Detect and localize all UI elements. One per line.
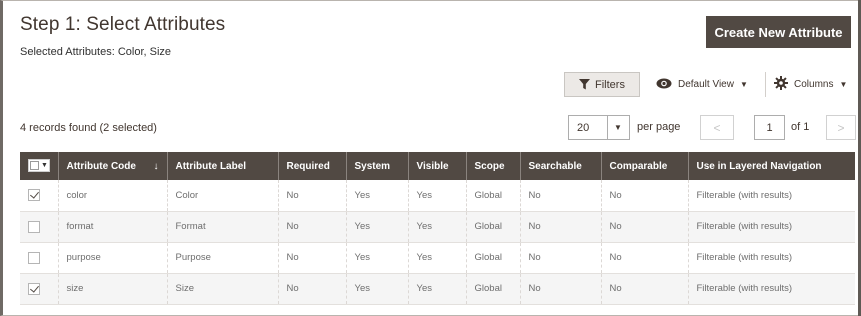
- cell-required: No: [278, 273, 347, 304]
- mass-action-header[interactable]: ▼: [20, 152, 59, 180]
- cell-comparable: No: [601, 242, 689, 273]
- columns-label: Columns: [794, 79, 834, 90]
- table-header-row: ▼ Attribute Code ↓ Attribute Label Requi…: [20, 152, 855, 180]
- cell-layered-navigation: Filterable (with results): [696, 221, 793, 232]
- cell-system: Yes: [346, 211, 409, 242]
- cell-scope: Global: [466, 180, 521, 211]
- row-checkbox[interactable]: [28, 282, 40, 295]
- chevron-down-icon: ▼: [614, 123, 622, 132]
- row-checkbox[interactable]: [28, 189, 40, 202]
- funnel-icon: [579, 79, 591, 90]
- records-count: 4 records found (2 selected): [20, 122, 157, 134]
- column-header-required[interactable]: Required: [278, 152, 347, 180]
- cell-attribute-code: size: [58, 273, 168, 304]
- default-view-dropdown[interactable]: Default View ▼: [656, 72, 748, 97]
- cell-scope: Global: [466, 242, 521, 273]
- cell-attribute-code: format: [58, 211, 168, 242]
- create-new-attribute-button[interactable]: Create New Attribute: [706, 16, 851, 48]
- cell-scope: Global: [466, 211, 521, 242]
- column-header-visible[interactable]: Visible: [408, 152, 467, 180]
- cell-layered-navigation: Filterable (with results): [696, 189, 793, 201]
- cell-layered-navigation: Filterable (with results): [696, 252, 793, 263]
- row-checkbox[interactable]: [28, 251, 40, 264]
- cell-visible: Yes: [408, 211, 467, 242]
- table-row[interactable]: size Size No Yes Yes Global No No Filterable (wi…: [20, 273, 855, 304]
- cell-attribute-label: Format: [167, 211, 279, 242]
- selected-attributes-summary: Selected Attributes: Color, Size: [20, 46, 172, 58]
- cell-system: Yes: [346, 273, 409, 304]
- sort-arrow-icon: ↓: [153, 160, 159, 172]
- cell-visible: Yes: [408, 180, 467, 211]
- cell-comparable: No: [601, 273, 689, 304]
- default-view-label: Default View: [678, 79, 734, 90]
- row-checkbox[interactable]: [28, 220, 40, 233]
- cell-system: Yes: [346, 180, 409, 211]
- row-select-cell: [20, 180, 59, 211]
- cell-comparable: No: [601, 180, 689, 211]
- checkbox-icon: [30, 161, 39, 170]
- column-header-system[interactable]: System: [346, 152, 409, 180]
- page-title: Step 1: Select Attributes: [20, 14, 226, 35]
- table-row[interactable]: format Format No Yes Yes Global No No Filterable…: [20, 211, 855, 242]
- column-header-attribute-code[interactable]: Attribute Code ↓: [58, 152, 168, 180]
- chevron-down-icon: ▼: [839, 80, 848, 89]
- table-row[interactable]: purpose Purpose No Yes Yes Global No No Filterab…: [20, 242, 855, 273]
- cell-attribute-label: Purpose: [167, 242, 279, 273]
- current-page-input[interactable]: 1: [754, 115, 785, 140]
- per-page-select[interactable]: 20: [568, 115, 608, 140]
- columns-dropdown[interactable]: Columns ▼: [774, 72, 847, 97]
- filters-button[interactable]: Filters: [564, 72, 640, 97]
- cell-required: No: [278, 242, 347, 273]
- cell-attribute-code: purpose: [58, 242, 168, 273]
- chevron-left-icon: <: [713, 120, 721, 135]
- total-pages-label: of 1: [791, 121, 810, 133]
- next-page-button[interactable]: >: [826, 115, 856, 140]
- table-row[interactable]: color Color No Yes Yes Global No No Filterable (…: [20, 180, 855, 211]
- eye-icon: [656, 78, 672, 92]
- cell-attribute-code: color: [58, 180, 168, 211]
- row-select-cell: [20, 211, 59, 242]
- cell-comparable: No: [601, 211, 689, 242]
- per-page-label: per page: [637, 121, 681, 133]
- attributes-grid: ▼ Attribute Code ↓ Attribute Label Requi…: [20, 152, 855, 305]
- chevron-down-icon: ▼: [739, 80, 748, 89]
- chevron-right-icon: >: [837, 120, 845, 135]
- filters-label: Filters: [595, 78, 625, 91]
- per-page-toggle-button[interactable]: ▼: [607, 115, 630, 140]
- chevron-down-icon: ▼: [41, 162, 48, 169]
- row-select-cell: [20, 242, 59, 273]
- cell-layered-navigation: Filterable (with results): [696, 283, 793, 294]
- mass-select-control[interactable]: ▼: [28, 159, 50, 172]
- column-header-searchable[interactable]: Searchable: [520, 152, 602, 180]
- cell-scope: Global: [466, 273, 521, 304]
- cell-searchable: No: [520, 211, 602, 242]
- cell-required: No: [278, 211, 347, 242]
- column-header-label: Attribute Code: [66, 160, 136, 172]
- previous-page-button[interactable]: <: [700, 115, 734, 140]
- cell-required: No: [278, 180, 347, 211]
- cell-visible: Yes: [408, 242, 467, 273]
- cell-attribute-label: Color: [167, 180, 279, 211]
- cell-searchable: No: [520, 180, 602, 211]
- cell-searchable: No: [520, 242, 602, 273]
- cell-visible: Yes: [408, 273, 467, 304]
- gear-icon: [774, 76, 788, 93]
- column-header-attribute-label[interactable]: Attribute Label: [167, 152, 279, 180]
- column-header-layered-navigation[interactable]: Use in Layered Navigation: [688, 152, 855, 180]
- cell-attribute-label: Size: [167, 273, 279, 304]
- row-select-cell: [20, 273, 59, 304]
- column-header-scope[interactable]: Scope: [466, 152, 521, 180]
- cell-system: Yes: [346, 242, 409, 273]
- toolbar-divider: [765, 72, 766, 97]
- cell-searchable: No: [520, 273, 602, 304]
- column-header-comparable[interactable]: Comparable: [601, 152, 689, 180]
